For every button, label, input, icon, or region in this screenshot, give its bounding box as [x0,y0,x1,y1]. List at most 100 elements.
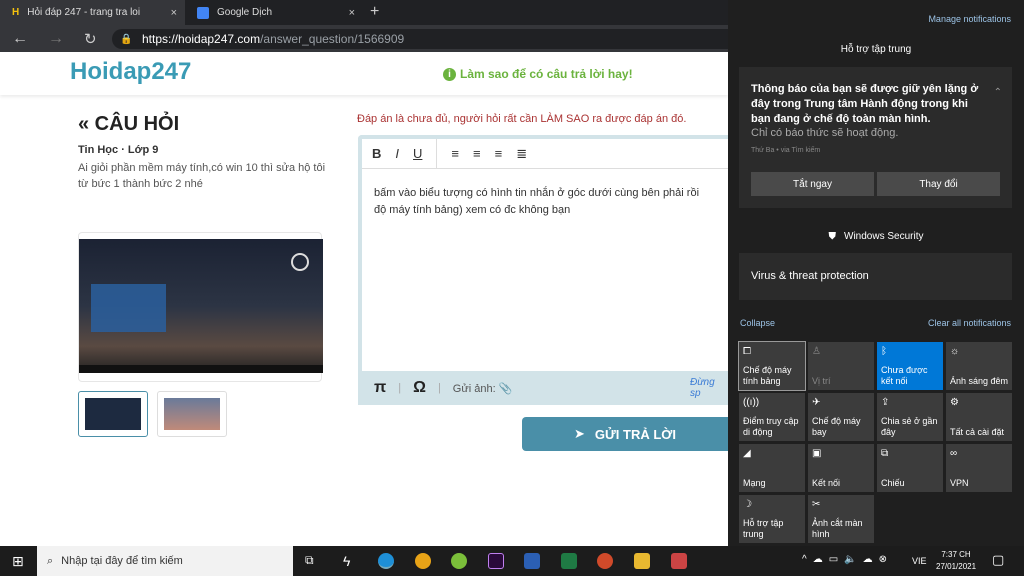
quick-action-tile[interactable]: ▣ Kết nối [808,444,874,492]
editor-footer: π | Ω | Gửi ảnh: 📎 Đừng sp [358,371,728,405]
word-icon[interactable] [524,553,540,569]
attach-image-button[interactable]: Gửi ảnh: 📎 [453,382,513,395]
chrome-icon[interactable] [415,553,431,569]
reload-icon[interactable]: ↻ [84,30,97,48]
tile-label: Tất cả cài đặt [950,427,1005,437]
close-tab-icon[interactable]: × [349,7,355,19]
notification-meta: Thứ Ba • via Tìm kiếm [751,147,821,154]
chevron-up-icon[interactable]: ⌃ [994,87,1002,98]
page-title[interactable]: « CÂU HỎI [78,113,179,136]
quick-action-tile[interactable]: ✂ Ảnh cắt màn hình [808,495,874,543]
editor-toolbar: B I U ≡ ≡ ≡ ≣ [362,138,728,169]
attach-label: Gửi ảnh: [452,382,496,395]
answer-editor[interactable]: B I U ≡ ≡ ≡ ≣ bấm vào biểu tượng có hình ti… [358,135,728,405]
notification-card[interactable]: Thông báo của bạn sẽ được giữ yên lặng ở… [739,67,1012,208]
quick-action-tile[interactable]: ⧠ Chế độ máy tính bảng [738,341,806,391]
security-item: Virus & threat protection [751,270,869,282]
footer-note: Đừng sp [690,377,715,399]
tip-link[interactable]: i Làm sao để có câu trả lời hay! [443,67,633,81]
justify-icon[interactable]: ≣ [516,146,527,162]
url-path: /answer_question/1566909 [260,32,405,46]
hotspot-icon: ((ı)) [743,397,760,408]
quick-action-tile[interactable]: ⧉ Chiếu [877,444,943,492]
tile-label: Chế độ máy bay [812,416,861,437]
quick-action-tile[interactable]: ☽ Hỗ trợ tập trung [739,495,805,543]
turn-off-button[interactable]: Tắt ngay [751,172,874,196]
powerpoint-icon[interactable] [597,553,613,569]
app-icon[interactable] [671,553,687,569]
tile-label: Kết nối [812,478,841,488]
tile-label: Chưa được kết nối [881,365,928,386]
send-answer-button[interactable]: ➤ GỬI TRẢ LỜI [522,417,728,451]
tile-label: Hỗ trợ tập trung [743,518,784,539]
quick-action-tile[interactable]: ((ı)) Điểm truy cập di động [739,393,805,441]
tab-title: Google Dịch [217,7,273,18]
quick-action-tile[interactable]: ♙ Vị trí [808,342,874,390]
align-center-icon[interactable]: ≡ [473,146,481,161]
logo-text: Hoidap247 [70,58,192,85]
search-icon: ⌕ [47,554,54,567]
app-icon[interactable]: ϟ [343,553,359,569]
close-tab-icon[interactable]: × [171,7,177,19]
site-favicon-icon: H [12,7,20,18]
focus-assist-header: Hỗ trợ tập trung [840,44,912,55]
quick-action-tile[interactable]: ⇪ Chia sẻ ở gần đây [877,393,943,441]
security-notification[interactable]: Virus & threat protection [739,253,1012,300]
underline-button[interactable]: U [413,146,422,161]
tile-label: Mạng [743,478,766,488]
manage-notifications-link[interactable]: Manage notifications [928,14,1011,24]
bold-button[interactable]: B [372,146,381,161]
back-icon[interactable]: ← [12,30,28,48]
align-right-icon[interactable]: ≡ [495,146,503,161]
quick-action-tile[interactable]: ◢ Mạng [739,444,805,492]
premiere-icon[interactable] [488,553,504,569]
quick-action-tile[interactable]: ✈ Chế độ máy bay [808,393,874,441]
taskbar-search[interactable]: ⌕ Nhập tại đây để tìm kiếm [37,546,293,576]
italic-button[interactable]: I [395,146,399,161]
system-tray-icons[interactable]: ^☁▭🔈☁⊗ [802,554,893,565]
tile-label: Chia sẻ ở gần đây [881,416,938,437]
tab-hoidap[interactable]: H Hỏi đáp 247 - trang tra loi × [0,0,185,25]
notification-icon[interactable]: ▢ [992,552,1004,568]
excel-icon[interactable] [561,553,577,569]
bluetooth-icon: ᛒ [881,346,887,357]
language-indicator[interactable]: VIE [912,556,927,566]
tab-google-translate[interactable]: Google Dịch × [185,0,363,25]
thumbnail-2[interactable] [157,391,227,437]
quick-action-tile[interactable]: ∞ VPN [946,444,1012,492]
app-icon[interactable] [451,553,467,569]
send-icon: ➤ [574,426,585,441]
translate-icon [197,6,209,19]
forward-icon[interactable]: → [48,30,64,48]
question-image[interactable] [78,232,323,382]
align-left-icon[interactable]: ≡ [451,146,459,161]
clock[interactable]: 7:37 CH 27/01/2021 [936,549,976,573]
clear-all-link[interactable]: Clear all notifications [928,318,1011,328]
taskbar: ⊞ ⌕ Nhập tại đây để tìm kiếm ⧉ ϟ ^☁▭🔈☁⊗ V… [0,546,1024,576]
share-icon: ⇪ [881,397,890,408]
quick-action-tile[interactable]: ☼ Ánh sáng đêm [946,342,1012,390]
location-icon: ♙ [812,346,821,357]
math-button[interactable]: π [374,379,386,397]
tab-title: Hỏi đáp 247 - trang tra loi [27,7,141,18]
file-explorer-icon[interactable] [634,553,650,569]
clock-date: 27/01/2021 [936,562,977,571]
notification-body: Chỉ có báo thức sẽ hoạt động. [751,127,899,139]
task-view-icon[interactable]: ⧉ [305,553,314,568]
answer-warning: Đáp án là chưa đủ, người hỏi rất cần LÀM… [357,113,687,125]
info-icon: i [443,67,456,81]
editor-content[interactable]: bấm vào biểu tượng có hình tin nhắn ở gó… [362,169,728,235]
paperclip-icon: 📎 [498,382,513,395]
address-bar[interactable]: 🔒 https://hoidap247.com/answer_question/1… [112,29,728,49]
change-button[interactable]: Thay đổi [877,172,1000,196]
new-tab-button[interactable]: + [370,3,379,21]
collapse-link[interactable]: Collapse [740,318,775,328]
edge-icon[interactable] [378,553,394,569]
symbol-button[interactable]: Ω [413,379,426,397]
project-icon: ⧉ [881,448,889,459]
quick-action-tile[interactable]: ⚙ Tất cả cài đặt [946,393,1012,441]
windows-start-icon[interactable]: ⊞ [12,553,24,570]
site-logo[interactable]: Hoidap247 [70,58,191,86]
thumbnail-1[interactable] [78,391,148,437]
quick-action-tile[interactable]: ᛒ Chưa được kết nối [877,342,943,390]
